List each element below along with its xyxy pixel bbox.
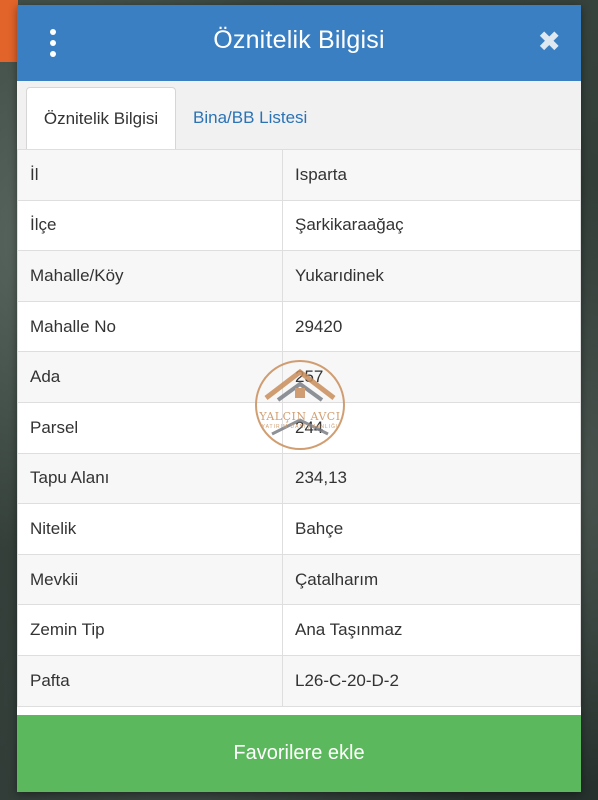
attribute-key: Tapu Alanı [17,452,283,505]
attribute-row: Mevkii Çatalharım [17,553,581,606]
attribute-value: Şarkikaraağaç [282,199,581,252]
attribute-value: 29420 [282,300,581,353]
attribute-key: Ada [17,351,283,403]
attribute-value: Isparta [282,149,581,201]
add-favorites-button[interactable]: Favorilere ekle [17,715,581,792]
attribute-row: İlçe Şarkikaraağaç [17,199,581,252]
map-layer-button-edge [0,0,18,62]
watermark-logo: YALÇIN AVCI YATIRIM DANIŞMANLIĞI [250,360,350,455]
dialog-header: Öznitelik Bilgisi ✖ [17,5,581,81]
attribute-row: Pafta L26-C-20-D-2 [17,654,581,707]
attribute-row: Zemin Tip Ana Taşınmaz [17,604,581,656]
attribute-row: İl Isparta [17,149,581,201]
watermark-subtitle: YATIRIM DANIŞMANLIĞI [261,424,339,430]
close-icon[interactable]: ✖ [538,25,561,59]
attribute-key: Mevkii [17,553,283,606]
tab-building-list[interactable]: Bina/BB Listesi [193,87,307,149]
watermark-name: YALÇIN AVCI [259,410,341,423]
attribute-row: Nitelik Bahçe [17,503,581,555]
attribute-row: Mahalle/Köy Yukarıdinek [17,250,581,302]
attribute-row: Mahalle No 29420 [17,300,581,353]
attribute-value: 234,13 [282,452,581,505]
attribute-value: Yukarıdinek [282,250,581,302]
attribute-key: Pafta [17,654,283,707]
attribute-key: Mahalle/Köy [17,250,283,302]
attribute-key: Parsel [17,401,283,454]
attribute-key: İlçe [17,199,283,252]
attribute-key: Nitelik [17,503,283,555]
attribute-key: Mahalle No [17,300,283,353]
attribute-value: L26-C-20-D-2 [282,654,581,707]
attribute-key: İl [17,149,283,201]
tab-bar: Öznitelik Bilgisi Bina/BB Listesi [17,81,581,150]
dialog-title: Öznitelik Bilgisi [213,26,385,54]
attribute-row: Tapu Alanı 234,13 [17,452,581,505]
attribute-value: Bahçe [282,503,581,555]
attribute-key: Zemin Tip [17,604,283,656]
tab-attribute-info[interactable]: Öznitelik Bilgisi [26,87,176,150]
attribute-value: Ana Taşınmaz [282,604,581,656]
attribute-value: Çatalharım [282,553,581,606]
attribute-info-dialog: Öznitelik Bilgisi ✖ Öznitelik Bilgisi Bi… [17,5,581,792]
